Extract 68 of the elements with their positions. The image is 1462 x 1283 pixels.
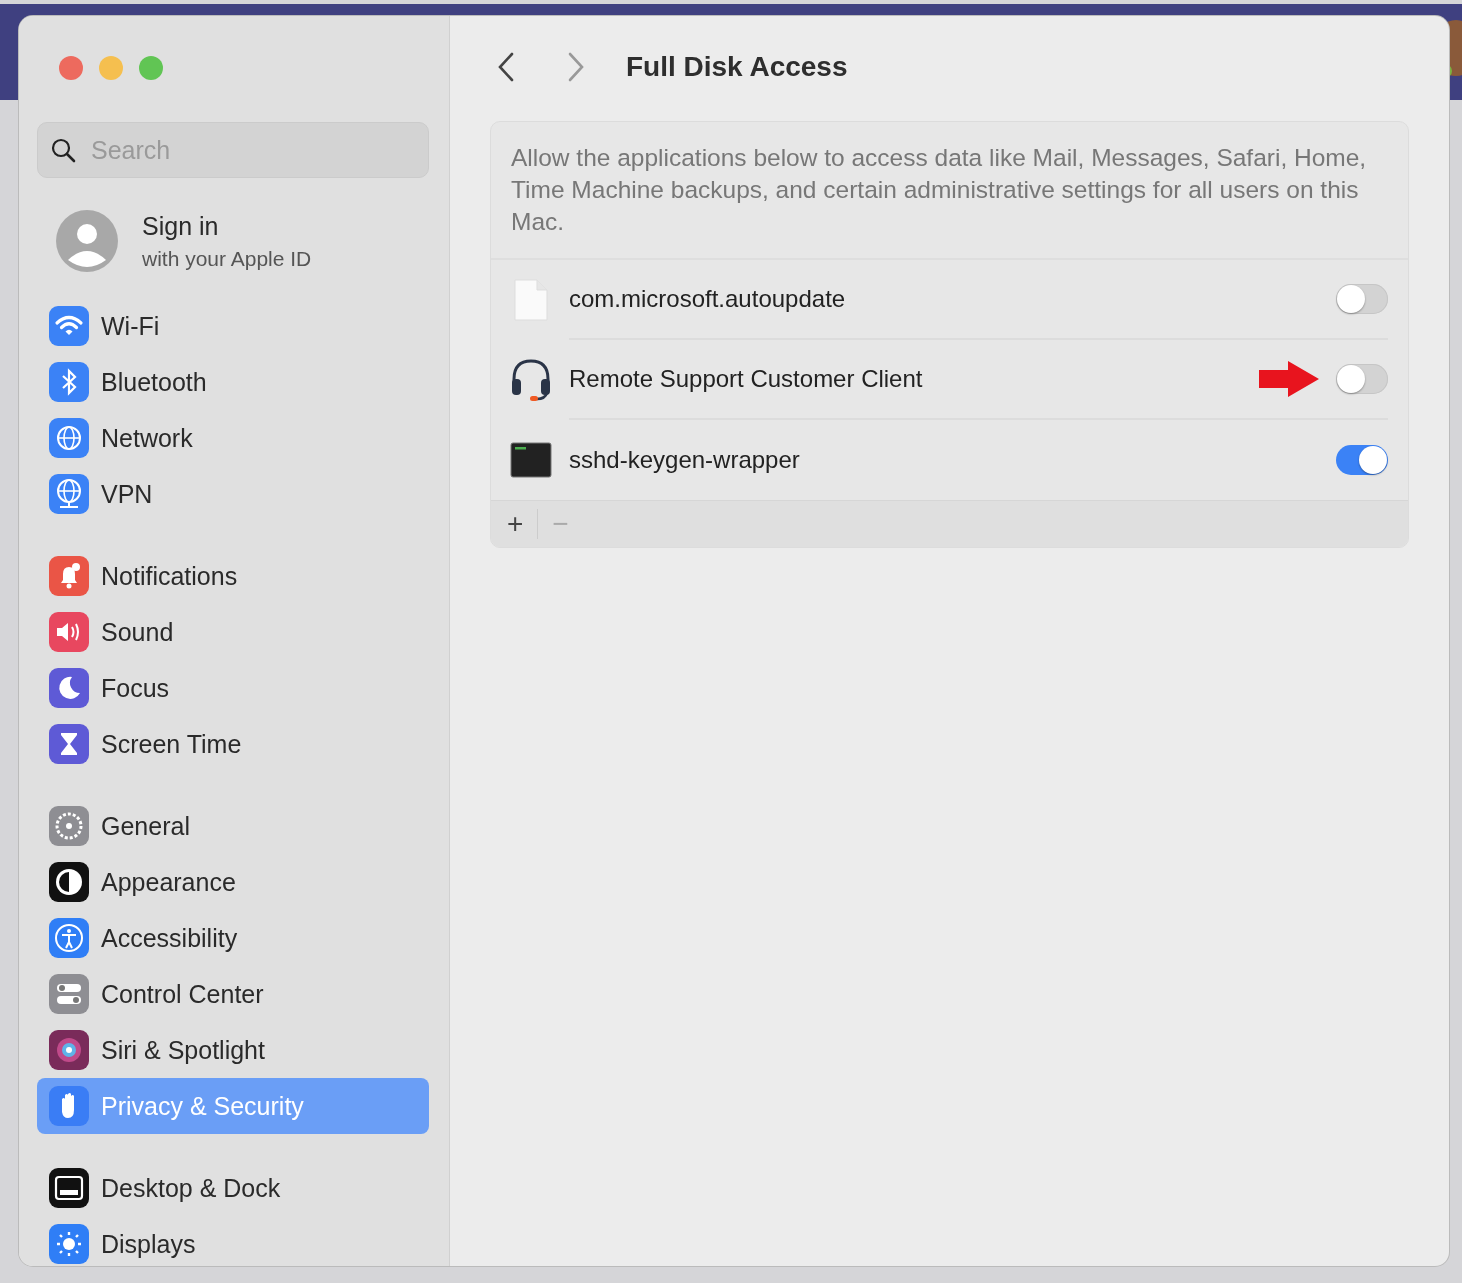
sidebar-item[interactable]: Network	[37, 410, 429, 466]
minimize-button[interactable]	[99, 56, 123, 80]
forward-chevron-icon[interactable]	[566, 51, 586, 83]
sidebar-item[interactable]: Wi-Fi	[37, 298, 429, 354]
sidebar-item[interactable]: Bluetooth	[37, 354, 429, 410]
toggle-switch[interactable]	[1336, 445, 1388, 475]
zoom-button[interactable]	[139, 56, 163, 80]
sign-in-subtitle: with your Apple ID	[142, 246, 312, 271]
accessibility-icon	[49, 918, 89, 958]
search-field[interactable]: Search	[37, 122, 429, 178]
sidebar-item-label: Control Center	[101, 979, 264, 1009]
sidebar-item[interactable]: VPN	[37, 466, 429, 522]
contrast-icon	[49, 862, 89, 902]
sidebar-item[interactable]: Sound	[37, 604, 429, 660]
sidebar-item-label: Displays	[101, 1229, 196, 1259]
window-title: Full Disk Access	[626, 51, 848, 83]
speaker-icon	[49, 612, 89, 652]
terminal-icon	[509, 442, 553, 478]
sidebar-item-label: Wi-Fi	[101, 311, 160, 341]
back-chevron-icon[interactable]	[496, 51, 516, 83]
bell-icon	[49, 556, 89, 596]
sidebar-item-label: Appearance	[101, 867, 236, 897]
sun-icon	[49, 1224, 89, 1264]
description-text: Allow the applications below to access data like Mail, Messages, Safari, Home, Time Machine backups, and certain administrative settings for all users on this Mac.	[491, 122, 1408, 260]
headset-icon	[509, 357, 553, 403]
sidebar-item-label: Focus	[101, 673, 170, 703]
toggle-switch[interactable]	[1336, 284, 1388, 314]
sign-in-title[interactable]: Sign in	[142, 211, 312, 241]
wifi-icon	[49, 306, 89, 346]
add-button[interactable]: +	[501, 508, 530, 540]
globe-icon	[49, 418, 89, 458]
sidebar-item[interactable]: General	[37, 798, 429, 854]
sidebar-item[interactable]: Notifications	[37, 548, 429, 604]
person-icon	[56, 210, 118, 272]
sidebar-item[interactable]: Control Center	[37, 966, 429, 1022]
annotation-arrow	[1258, 360, 1320, 398]
globe-network-icon	[49, 474, 89, 514]
sidebar-item-label: Network	[101, 423, 193, 453]
sidebar-item[interactable]: Displays	[37, 1216, 429, 1266]
sidebar-item-label: Screen Time	[101, 729, 242, 759]
hourglass-icon	[49, 724, 89, 764]
sidebar-item-label: Accessibility	[101, 923, 238, 953]
hand-icon	[49, 1086, 89, 1126]
app-name: sshd-keygen-wrapper	[569, 446, 801, 474]
sidebar-item-label: General	[101, 811, 190, 841]
dock-icon	[49, 1168, 89, 1208]
sidebar-item-label: Sound	[101, 617, 174, 647]
moon-icon	[49, 668, 89, 708]
sidebar-item-label: Bluetooth	[101, 367, 207, 397]
sidebar-item-label: Siri & Spotlight	[101, 1035, 265, 1065]
sidebar-item[interactable]: Appearance	[37, 854, 429, 910]
sidebar-item[interactable]: Siri & Spotlight	[37, 1022, 429, 1078]
orb-icon	[49, 1030, 89, 1070]
app-name: com.microsoft.autoupdate	[569, 285, 847, 313]
sidebar-item[interactable]: Screen Time	[37, 716, 429, 772]
close-button[interactable]	[59, 56, 83, 80]
sidebar-item-label: Notifications	[101, 561, 238, 591]
sidebar-item[interactable]: Desktop & Dock	[37, 1160, 429, 1216]
sidebar-item-label: Desktop & Dock	[101, 1173, 281, 1203]
gear-icon	[49, 806, 89, 846]
sidebar-item-label: VPN	[101, 479, 153, 509]
switches-icon	[49, 974, 89, 1014]
sidebar-item[interactable]: Focus	[37, 660, 429, 716]
sidebar-item[interactable]: Accessibility	[37, 910, 429, 966]
sidebar-item-label: Privacy & Security	[101, 1091, 304, 1121]
app-name: Remote Support Customer Client	[569, 365, 924, 393]
bluetooth-icon	[49, 362, 89, 402]
toggle-switch[interactable]	[1336, 364, 1388, 394]
